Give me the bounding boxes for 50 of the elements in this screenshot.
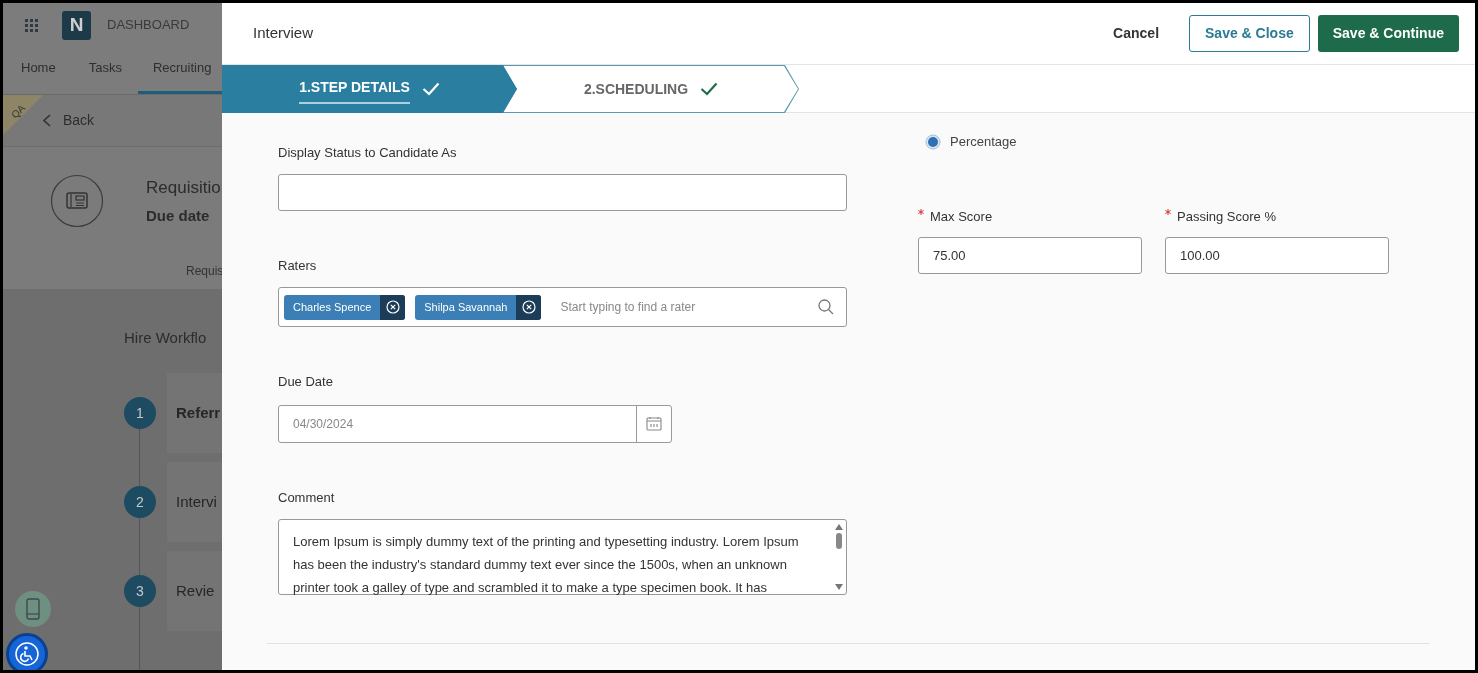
- accessibility-icon: [15, 642, 39, 666]
- phone-icon: [26, 598, 40, 620]
- step-number: 1: [124, 397, 156, 429]
- step-tab[interactable]: 1.STEP DETAILS: [222, 65, 517, 113]
- field-label: Max Score: [930, 207, 993, 226]
- save-close-button[interactable]: Save & Close: [1189, 15, 1310, 52]
- number-field[interactable]: 75.00: [918, 237, 1142, 274]
- due-date-text: Due date: [146, 206, 210, 226]
- step-number: 3: [124, 575, 156, 607]
- remove-icon[interactable]: [521, 300, 536, 314]
- apps-grid-icon[interactable]: [25, 18, 38, 32]
- scrollbar[interactable]: [834, 524, 844, 590]
- radio-label: Percentage: [950, 133, 1017, 151]
- field-label: Display Status to Candidate As: [278, 144, 458, 162]
- text-field[interactable]: [278, 173, 847, 211]
- step-number: 2: [124, 486, 156, 518]
- back-link[interactable]: Back: [63, 110, 95, 131]
- workflow-step-label: Referr: [176, 402, 221, 423]
- requisition-title: Requisitio: [146, 177, 221, 199]
- radio-button[interactable]: [925, 133, 941, 150]
- field-label: Passing Score %: [1177, 207, 1276, 226]
- calendar-icon: [646, 416, 662, 431]
- field-label: Comment: [278, 488, 336, 507]
- save-continue-button[interactable]: Save & Continue: [1317, 15, 1459, 52]
- scroll-thumb[interactable]: [835, 533, 843, 549]
- scroll-down-icon[interactable]: [835, 584, 843, 590]
- comment-field[interactable]: Lorem Ipsum is simply dummy text of the printing and typesetting industry. Lorem Ipsum has been the industry's standard dummy text ever since the 1500s, when an unknown printer took a galley of type and scrambled it to make a type specimen book. It has: [293, 530, 816, 599]
- requisition-tab[interactable]: Requis: [186, 262, 222, 280]
- cancel-button[interactable]: Cancel: [1099, 15, 1174, 52]
- field-label: Due Date: [278, 373, 334, 391]
- workflow-step-label: Revie: [176, 580, 215, 601]
- nav-tab[interactable]: Home: [3, 57, 73, 94]
- scroll-up-icon[interactable]: [835, 524, 843, 530]
- step-tab[interactable]: 2.SCHEDULING: [503, 65, 799, 113]
- workflow-step-label: Intervi: [176, 491, 217, 512]
- remove-icon[interactable]: [385, 300, 400, 314]
- rater-search-field[interactable]: Charles Spence Shilpa Savannah Start typing to find a rater: [278, 287, 847, 327]
- search-icon: [818, 299, 834, 315]
- rater-chip[interactable]: Charles Spence: [284, 294, 406, 320]
- field-label: Raters: [278, 256, 318, 275]
- workflow-title: Hire Workflo: [124, 328, 208, 348]
- nav-tab[interactable]: Tasks: [72, 57, 138, 94]
- dialog-title: Interview: [253, 23, 314, 44]
- chevron-left-icon[interactable]: [43, 114, 51, 127]
- rater-chip[interactable]: Shilpa Savannah: [415, 294, 542, 320]
- requisition-icon: [50, 174, 104, 228]
- number-field[interactable]: 100.00: [1165, 237, 1389, 274]
- environment-label: QA: [8, 101, 29, 122]
- app-logo[interactable]: N: [62, 10, 91, 40]
- app-title: DASHBOARD: [107, 16, 190, 35]
